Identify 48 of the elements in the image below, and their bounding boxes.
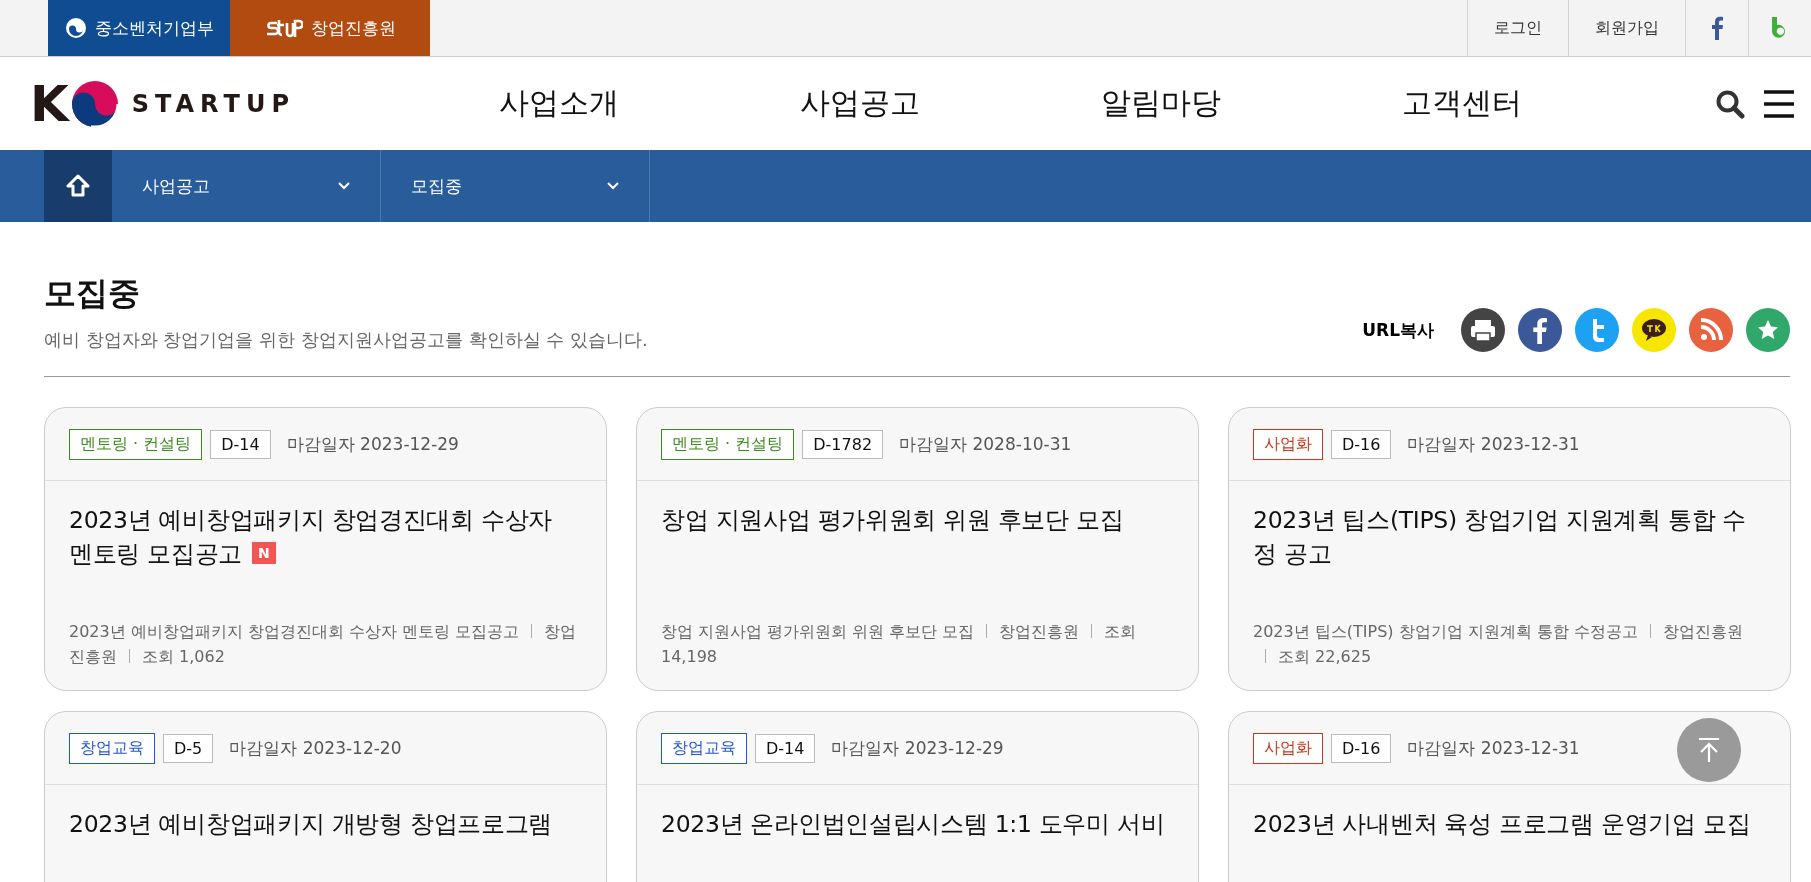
copy-url-link[interactable]: URL복사 bbox=[1356, 317, 1440, 343]
new-badge: N bbox=[252, 542, 276, 565]
agency-link[interactable]: 중소벤처기업부 bbox=[48, 0, 230, 56]
deadline-date: 마감일자 2023-12-31 bbox=[1407, 736, 1580, 760]
notice-card[interactable]: 창업교육 D-14 마감일자 2023-12-29 2023년 온라인법인설립시스템 1:1 도우미 서비 bbox=[636, 711, 1199, 882]
top-link[interactable]: 회원가입 bbox=[1568, 0, 1685, 56]
notice-meta: 2023년 팁스(TIPS) 창업기업 지원계획 통합 수정공고 창업진흥원 조회 22,625 bbox=[1253, 620, 1744, 669]
d-day-badge: D-14 bbox=[755, 733, 816, 763]
category-tag: 창업교육 bbox=[69, 732, 155, 764]
d-day-badge: D-14 bbox=[210, 429, 271, 459]
agency-link[interactable]: 창업진흥원 bbox=[230, 0, 430, 56]
site-logo[interactable]: K STARTUP bbox=[0, 78, 408, 129]
top-link[interactable]: 로그인 bbox=[1467, 0, 1568, 56]
notice-card[interactable]: 멘토링 · 컨설팅 D-14 마감일자 2023-12-29 2023년 예비창업패키지 창업경진대회 수상자 멘토링 모집공고 N 2023년 예비창업패키지 창업경진대회 수상자 멘토링 모집공고 창업진흥원 조회 1,062 bbox=[44, 407, 607, 691]
category-tag: 멘토링 · 컨설팅 bbox=[69, 428, 203, 460]
page-title: 모집중 bbox=[44, 273, 141, 314]
category-tag: 사업화 bbox=[1253, 428, 1323, 460]
d-day-badge: D-1782 bbox=[802, 429, 884, 459]
notice-card[interactable]: 사업화 D-16 마감일자 2023-12-31 2023년 팁스(TIPS) 창업기업 지원계획 통합 수정 공고 2023년 팁스(TIPS) 창업기업 지원계획 통합 수정공고 창업진흥원 조회 22,625 bbox=[1228, 407, 1791, 691]
deadline-date: 마감일자 2023-12-31 bbox=[1407, 432, 1580, 456]
category-tag: 멘토링 · 컨설팅 bbox=[661, 428, 795, 460]
deadline-date: 마감일자 2023-12-29 bbox=[286, 432, 459, 456]
deadline-date: 마감일자 2028-10-31 bbox=[899, 432, 1072, 456]
notice-card[interactable]: 사업화 D-16 마감일자 2023-12-31 2023년 사내벤처 육성 프로그램 운영기업 모집 bbox=[1228, 711, 1791, 882]
nav-item[interactable]: 사업공고 bbox=[709, 82, 1010, 125]
d-day-badge: D-5 bbox=[163, 733, 214, 763]
d-day-badge: D-16 bbox=[1331, 733, 1392, 763]
category-tag: 창업교육 bbox=[661, 732, 747, 764]
nav-item[interactable]: 알림마당 bbox=[1010, 82, 1311, 125]
nav-item[interactable]: 고객센터 bbox=[1311, 82, 1612, 125]
notice-title[interactable]: 2023년 팁스(TIPS) 창업기업 지원계획 통합 수정 공고 bbox=[1253, 503, 1766, 572]
notice-title[interactable]: 2023년 사내벤처 육성 프로그램 운영기업 모집 bbox=[1253, 807, 1766, 842]
breadcrumb-dropdown[interactable]: 모집중 bbox=[381, 150, 650, 222]
nav-item[interactable]: 사업소개 bbox=[408, 82, 709, 125]
category-tag: 사업화 bbox=[1253, 732, 1323, 764]
notice-card[interactable]: 창업교육 D-5 마감일자 2023-12-20 2023년 예비창업패키지 개방형 창업프로그램 bbox=[44, 711, 607, 882]
d-day-badge: D-16 bbox=[1331, 429, 1392, 459]
notice-card[interactable]: 멘토링 · 컨설팅 D-1782 마감일자 2028-10-31 창업 지원사업 평가위원회 위원 후보단 모집 창업 지원사업 평가위원회 위원 후보단 모집 창업진흥원 조회 14,198 bbox=[636, 407, 1199, 691]
notice-title[interactable]: 창업 지원사업 평가위원회 위원 후보단 모집 bbox=[661, 503, 1174, 538]
notice-meta: 창업 지원사업 평가위원회 위원 후보단 모집 창업진흥원 조회 14,198 bbox=[661, 620, 1138, 669]
notice-title[interactable]: 2023년 예비창업패키지 개방형 창업프로그램 bbox=[69, 807, 582, 842]
deadline-date: 마감일자 2023-12-29 bbox=[831, 736, 1004, 760]
notice-title[interactable]: 2023년 온라인법인설립시스템 1:1 도우미 서비 bbox=[661, 807, 1174, 842]
notice-title[interactable]: 2023년 예비창업패키지 창업경진대회 수상자 멘토링 모집공고 N bbox=[69, 503, 582, 572]
breadcrumb-dropdown[interactable]: 사업공고 bbox=[112, 150, 381, 222]
page-subtitle: 예비 창업자와 창업기업을 위한 창업지원사업공고를 확인하실 수 있습니다. bbox=[44, 328, 648, 352]
deadline-date: 마감일자 2023-12-20 bbox=[229, 736, 402, 760]
notice-meta: 2023년 예비창업패키지 창업경진대회 수상자 멘토링 모집공고 창업진흥원 조회 1,062 bbox=[69, 620, 578, 669]
